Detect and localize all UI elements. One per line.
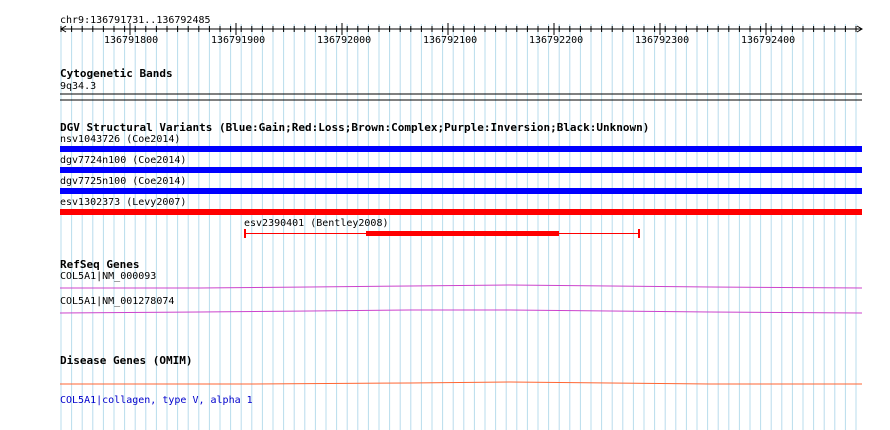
gene-line xyxy=(59,309,863,314)
disease-gene-line xyxy=(60,381,862,385)
feature-tracks xyxy=(59,93,863,385)
variant-core-bar xyxy=(366,231,559,236)
variant-bar xyxy=(60,209,862,215)
gene-line xyxy=(60,284,863,289)
variant-bar xyxy=(60,188,862,194)
variant-bar xyxy=(60,146,862,152)
variant-bar xyxy=(60,167,862,173)
